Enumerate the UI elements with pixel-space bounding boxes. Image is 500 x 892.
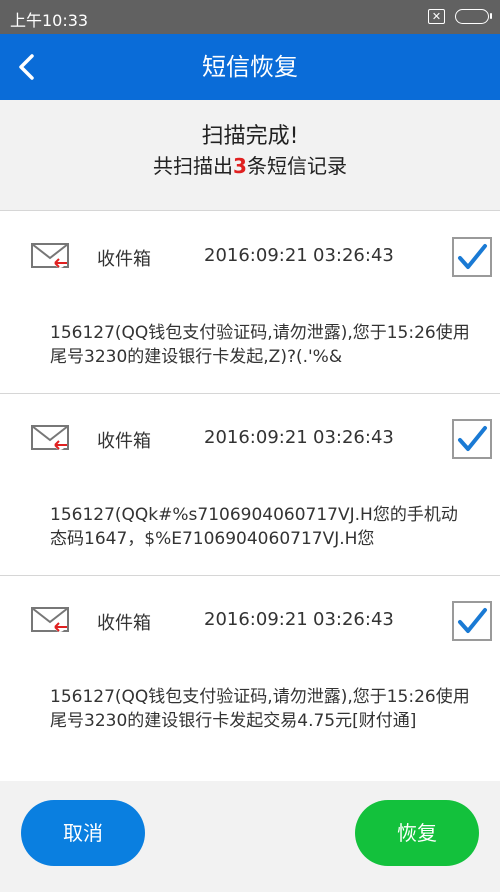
message-time: 03:26:43 xyxy=(313,245,394,266)
checkmark-icon xyxy=(458,426,487,451)
checkmark-icon xyxy=(458,244,487,269)
battery-icon xyxy=(455,9,489,24)
message-item[interactable]: 收件箱 2016:09:21 03:26:43 156127(QQk#%s710… xyxy=(0,393,500,576)
restore-button[interactable]: 恢复 xyxy=(355,800,479,866)
message-body: 156127(QQ钱包支付验证码,请勿泄露),您于15:26使用尾号3230的建… xyxy=(50,323,470,367)
message-body: 156127(QQ钱包支付验证码,请勿泄露),您于15:26使用尾号3230的建… xyxy=(50,687,470,731)
scan-count-text: 共扫描出3条短信记录 xyxy=(0,150,500,179)
message-time: 03:26:43 xyxy=(313,427,394,448)
message-date: 2016:09:21 xyxy=(204,609,308,630)
message-folder: 收件箱 xyxy=(97,613,151,634)
message-checkbox[interactable] xyxy=(452,601,492,641)
status-bar: 上午10:33 ✕ xyxy=(0,0,500,34)
scan-count: 3 xyxy=(233,154,247,178)
sim-x-icon: ✕ xyxy=(428,9,445,24)
inbox-envelope-icon xyxy=(31,425,69,450)
message-item[interactable]: 收件箱 2016:09:21 03:26:43 156127(QQ钱包支付验证码… xyxy=(0,575,500,757)
battery-tip xyxy=(490,13,492,19)
cancel-button[interactable]: 取消 xyxy=(21,800,145,866)
message-checkbox[interactable] xyxy=(452,237,492,277)
message-time: 03:26:43 xyxy=(313,609,394,630)
checkmark-icon xyxy=(458,608,487,633)
message-checkbox[interactable] xyxy=(452,419,492,459)
scan-complete-text: 扫描完成! xyxy=(201,124,299,149)
page-title: 短信恢复 xyxy=(202,53,298,81)
scan-count-suffix: 条短信记录 xyxy=(246,154,347,178)
message-folder: 收件箱 xyxy=(97,431,151,452)
message-item[interactable]: 收件箱 2016:09:21 03:26:43 156127(QQ钱包支付验证码… xyxy=(0,211,500,394)
message-list: 收件箱 2016:09:21 03:26:43 156127(QQ钱包支付验证码… xyxy=(0,210,500,781)
inbox-envelope-icon xyxy=(31,607,69,632)
app-bar: 短信恢复 xyxy=(0,34,500,100)
message-folder: 收件箱 xyxy=(97,249,151,270)
message-date: 2016:09:21 xyxy=(204,245,308,266)
status-time: 上午10:33 xyxy=(10,11,89,30)
message-body: 156127(QQk#%s7106904060717VJ.H您的手机动态码164… xyxy=(50,505,458,549)
inbox-envelope-icon xyxy=(31,243,69,268)
scan-count-prefix: 共扫描出 xyxy=(153,154,234,178)
message-date: 2016:09:21 xyxy=(204,427,308,448)
scan-summary: 扫描完成! 共扫描出3条短信记录 xyxy=(0,100,500,210)
